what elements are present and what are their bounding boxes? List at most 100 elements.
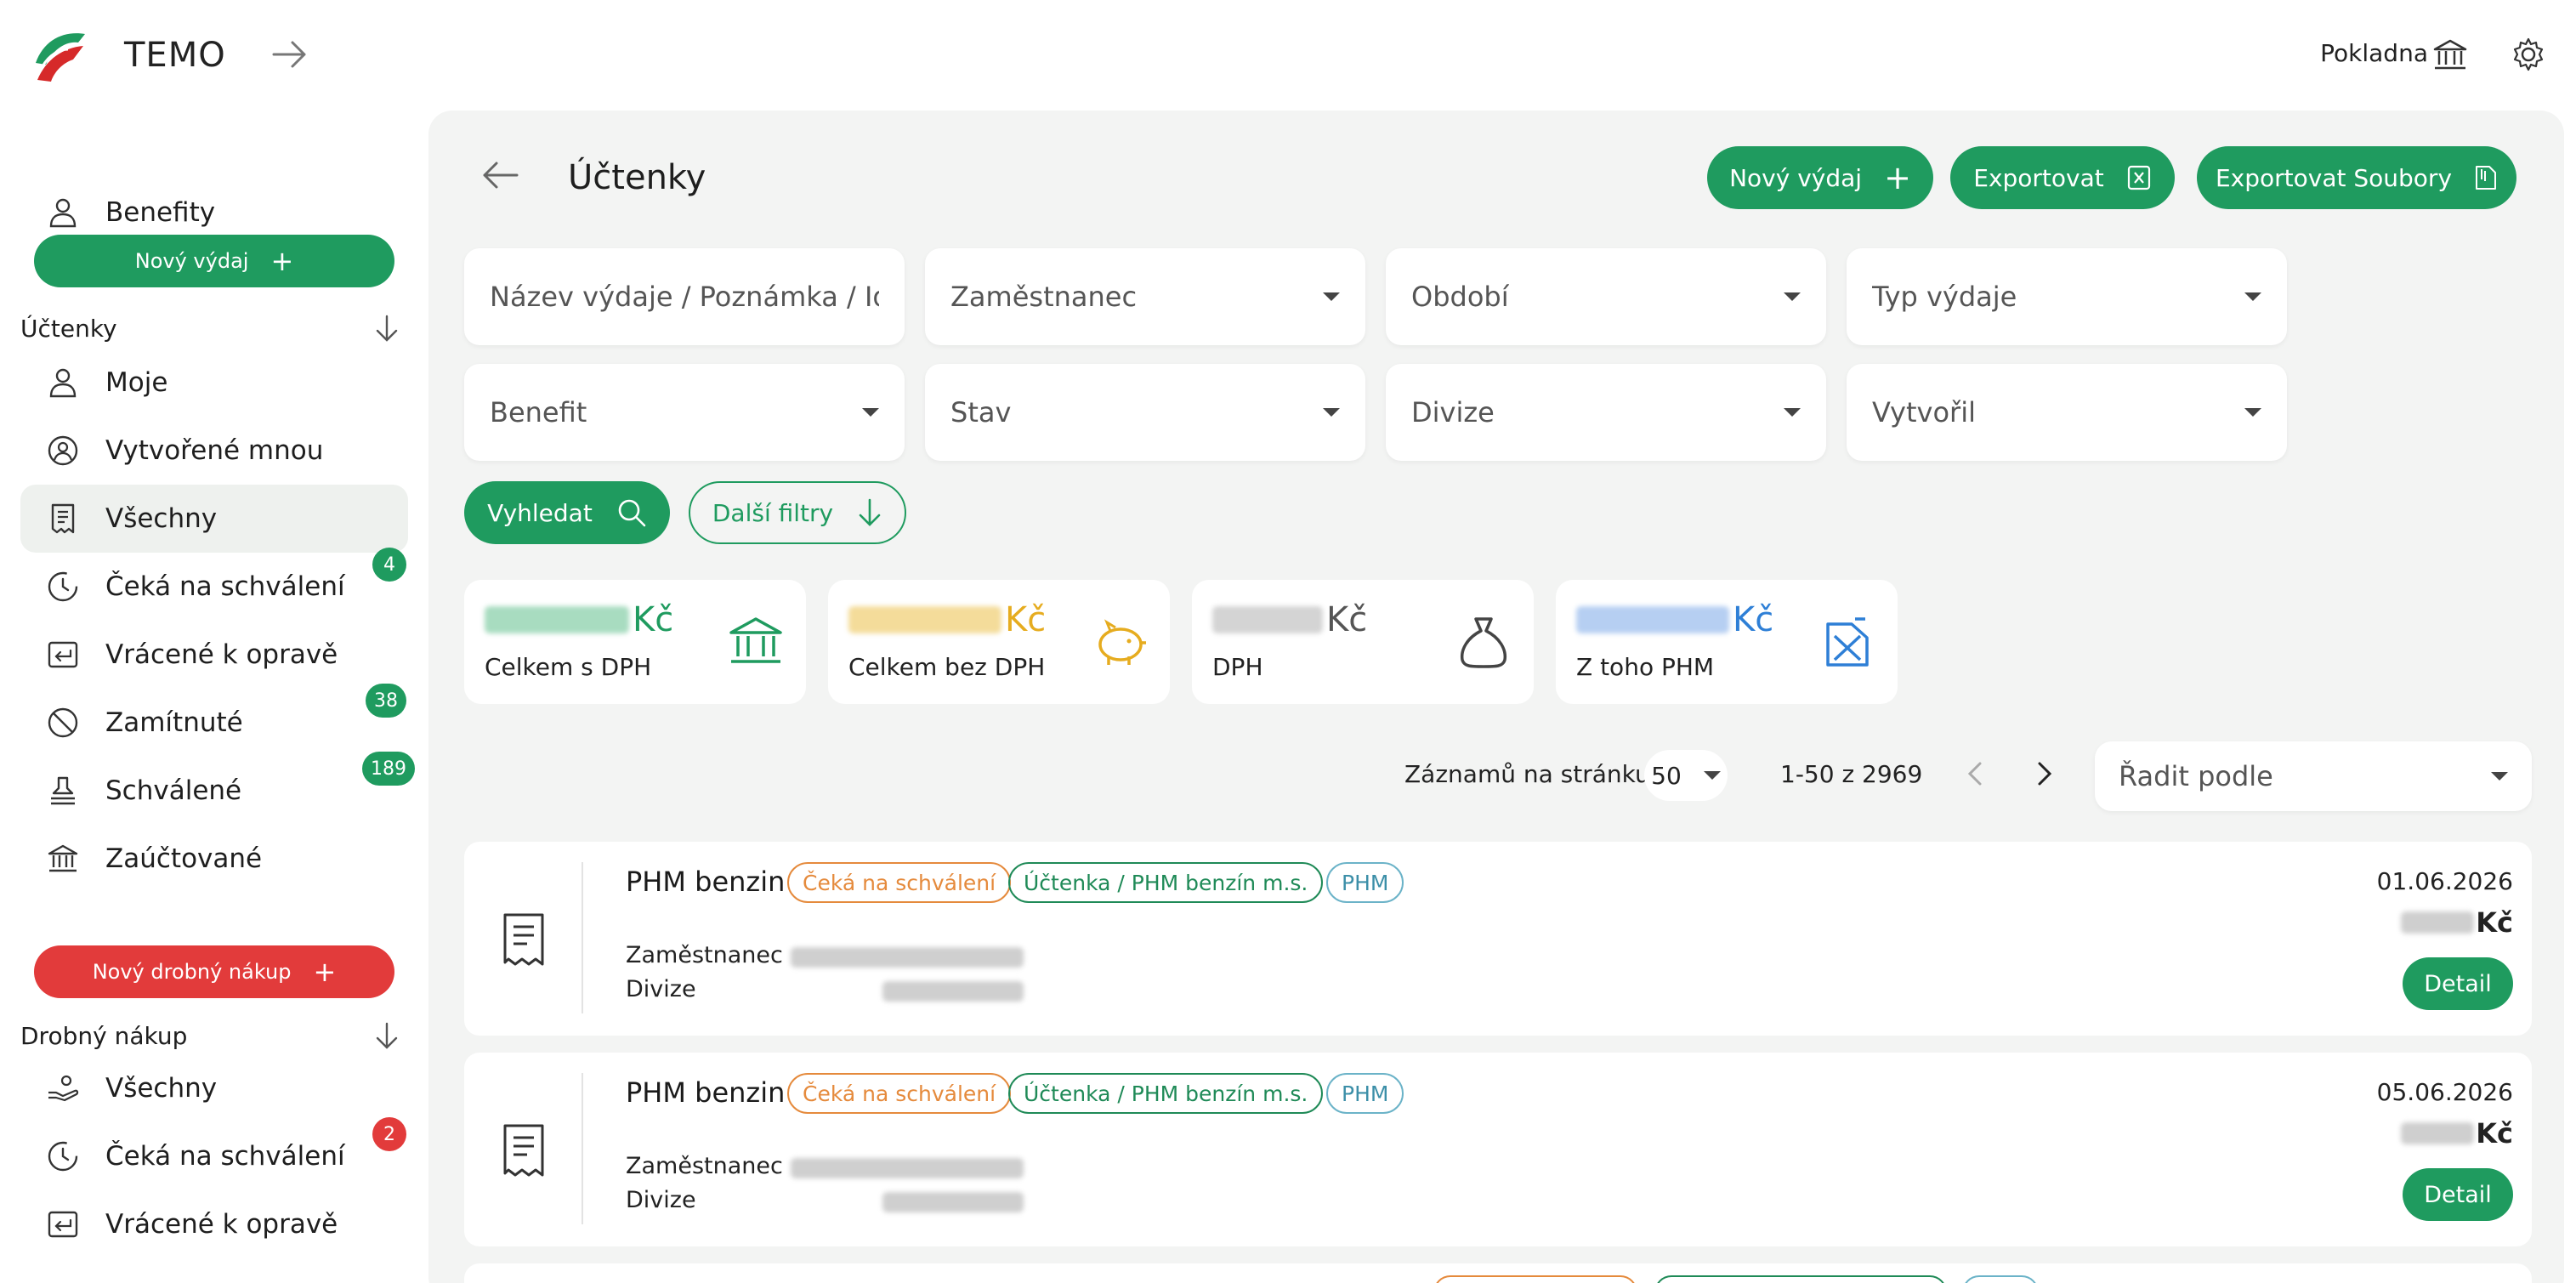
status-select[interactable]: Stav bbox=[925, 364, 1365, 461]
period-select[interactable]: Období bbox=[1386, 248, 1826, 345]
count-badge: 38 bbox=[366, 684, 406, 718]
search-button[interactable]: Vyhledat bbox=[464, 481, 670, 544]
plus-icon: + bbox=[270, 245, 294, 277]
select-placeholder: Období bbox=[1411, 281, 1509, 313]
sidebar-item-vsechny[interactable]: Všechny bbox=[20, 485, 408, 553]
currency-label: Kč bbox=[2476, 1117, 2513, 1150]
sidebar-item-drobny-vsechny[interactable]: Všechny bbox=[20, 1054, 408, 1122]
new-small-purchase-button[interactable]: Nový drobný nákup + bbox=[34, 945, 394, 998]
detail-button[interactable]: Detail bbox=[2403, 957, 2513, 1010]
button-label: Vyhledat bbox=[487, 498, 593, 527]
count-badge: 189 bbox=[362, 752, 415, 786]
type-tag: Účtenka / PHM benzín m.s. bbox=[1008, 862, 1324, 903]
sidebar-item-zauctovane[interactable]: Zaúčtované bbox=[20, 825, 408, 893]
chevron-down-icon bbox=[1784, 292, 1801, 301]
blurred-amount bbox=[1212, 606, 1323, 633]
type-tag: Účtenka / PHM benzín m.s. bbox=[1008, 1073, 1324, 1114]
detail-button[interactable]: Detail bbox=[2403, 1168, 2513, 1221]
chevron-down-icon bbox=[2244, 292, 2261, 301]
name-search-input[interactable]: Název výdaje / Poznámka / Ide... bbox=[464, 248, 905, 345]
currency-label: Kč bbox=[2476, 906, 2513, 939]
chevron-down-icon bbox=[1784, 408, 1801, 417]
sidebar-item-label: Vrácené k opravě bbox=[105, 1209, 338, 1240]
pokladna-link[interactable]: Pokladna bbox=[2320, 39, 2428, 67]
summary-amount: Kč bbox=[485, 600, 673, 639]
chevron-right-icon[interactable] bbox=[2027, 757, 2061, 791]
per-page-label: Záznamů na stránku: bbox=[1404, 760, 1659, 788]
division-select[interactable]: Divize bbox=[1386, 364, 1826, 461]
sidebar-item-label: Vrácené k opravě bbox=[105, 639, 338, 670]
sidebar-item-label: Moje bbox=[105, 367, 168, 398]
stamp-icon bbox=[46, 774, 80, 808]
receipt-row[interactable]: PHM benzin Čeká na schválení Účtenka / P… bbox=[464, 1053, 2532, 1246]
select-placeholder: Vytvořil bbox=[1872, 396, 1976, 429]
sidebar-item-vytvorene-mnou[interactable]: Vytvořené mnou bbox=[20, 417, 408, 485]
gear-icon[interactable] bbox=[2510, 36, 2547, 73]
sidebar-section-uctenky[interactable]: Účtenky bbox=[20, 303, 408, 354]
per-page-select[interactable]: 50 bbox=[1644, 750, 1728, 801]
sidebar: Benefity Nový výdaj + Účtenky Moje Vytvo… bbox=[0, 102, 425, 1283]
zip-file-icon bbox=[2476, 166, 2497, 190]
plus-icon: + bbox=[313, 956, 337, 988]
summary-caption: DPH bbox=[1212, 653, 1263, 681]
sidebar-item-drobny-ceka-na-schvaleni[interactable]: Čeká na schválení bbox=[20, 1122, 408, 1190]
summary-caption: Celkem bez DPH bbox=[848, 653, 1046, 681]
blurred-division-value bbox=[882, 1192, 1024, 1212]
blurred-employee-value bbox=[791, 1158, 1024, 1178]
new-expense-button[interactable]: Nový výdaj + bbox=[1707, 146, 1933, 209]
sort-select[interactable]: Řadit podle bbox=[2095, 741, 2532, 811]
search-icon bbox=[618, 499, 646, 527]
chevron-left-icon[interactable] bbox=[1959, 757, 1993, 791]
employee-label: Zaměstnanec bbox=[626, 1153, 783, 1179]
sidebar-item-moje[interactable]: Moje bbox=[20, 349, 408, 417]
summary-card-total-without-vat: Kč Celkem bez DPH bbox=[828, 580, 1170, 704]
chevron-down-icon bbox=[1323, 292, 1340, 301]
sidebar-section-drobny-nakup[interactable]: Drobný nákup bbox=[20, 1010, 408, 1061]
new-expense-sidebar-button[interactable]: Nový výdaj + bbox=[34, 235, 394, 287]
more-filters-button[interactable]: Další filtry bbox=[689, 481, 906, 544]
status-tag bbox=[1433, 1275, 1637, 1283]
select-placeholder: Typ výdaje bbox=[1872, 281, 2017, 313]
sidebar-item-label: Zamítnuté bbox=[105, 707, 243, 738]
button-label: Nový výdaj bbox=[134, 249, 249, 273]
created-by-select[interactable]: Vytvořil bbox=[1847, 364, 2287, 461]
export-button[interactable]: Exportovat bbox=[1950, 146, 2175, 209]
sidebar-item-ceka-na-schvaleni[interactable]: Čeká na schválení bbox=[20, 553, 408, 621]
arrow-down-icon[interactable] bbox=[372, 1020, 401, 1051]
receipt-row[interactable] bbox=[464, 1263, 2532, 1283]
export-files-button[interactable]: Exportovat Soubory bbox=[2197, 146, 2516, 209]
input-placeholder: Název výdaje / Poznámka / Ide... bbox=[490, 281, 879, 313]
row-title: PHM benzin bbox=[626, 866, 786, 898]
temo-logo[interactable] bbox=[31, 26, 92, 87]
arrow-right-icon[interactable] bbox=[270, 37, 309, 71]
row-amount: Kč bbox=[2401, 1117, 2513, 1150]
arrow-left-icon[interactable] bbox=[479, 158, 520, 192]
arrow-down-icon[interactable] bbox=[372, 313, 401, 343]
return-icon bbox=[46, 638, 80, 672]
sidebar-item-zamitnute[interactable]: Zamítnuté bbox=[20, 689, 408, 757]
button-label: Exportovat bbox=[1973, 163, 2104, 192]
summary-amount: Kč bbox=[1576, 600, 1773, 639]
sidebar-item-label: Schválené bbox=[105, 775, 242, 806]
sidebar-item-label: Zaúčtované bbox=[105, 843, 263, 874]
select-placeholder: Zaměstnanec bbox=[950, 281, 1138, 313]
expense-type-select[interactable]: Typ výdaje bbox=[1847, 248, 2287, 345]
summary-caption: Celkem s DPH bbox=[485, 653, 652, 681]
sidebar-item-schvalene[interactable]: Schválené bbox=[20, 757, 408, 825]
type-tag bbox=[1654, 1275, 1947, 1283]
blurred-employee-value bbox=[791, 947, 1024, 968]
employee-select[interactable]: Zaměstnanec bbox=[925, 248, 1365, 345]
bank-icon[interactable] bbox=[2431, 36, 2469, 73]
block-icon bbox=[46, 706, 80, 740]
blurred-amount bbox=[485, 606, 629, 633]
blurred-amount bbox=[2401, 1122, 2475, 1144]
benefit-select[interactable]: Benefit bbox=[464, 364, 905, 461]
sidebar-item-drobny-vracene-k-oprave[interactable]: Vrácené k opravě bbox=[20, 1190, 408, 1258]
currency-label: Kč bbox=[1733, 600, 1774, 639]
blurred-amount bbox=[1576, 606, 1729, 633]
row-date: 01.06.2026 bbox=[2376, 867, 2513, 895]
currency-label: Kč bbox=[1005, 600, 1047, 639]
main-content: Účtenky Nový výdaj + Exportovat Exportov… bbox=[428, 111, 2564, 1283]
receipt-row[interactable]: PHM benzin Čeká na schválení Účtenka / P… bbox=[464, 842, 2532, 1036]
sidebar-item-vracene-k-oprave[interactable]: Vrácené k opravě bbox=[20, 621, 408, 689]
